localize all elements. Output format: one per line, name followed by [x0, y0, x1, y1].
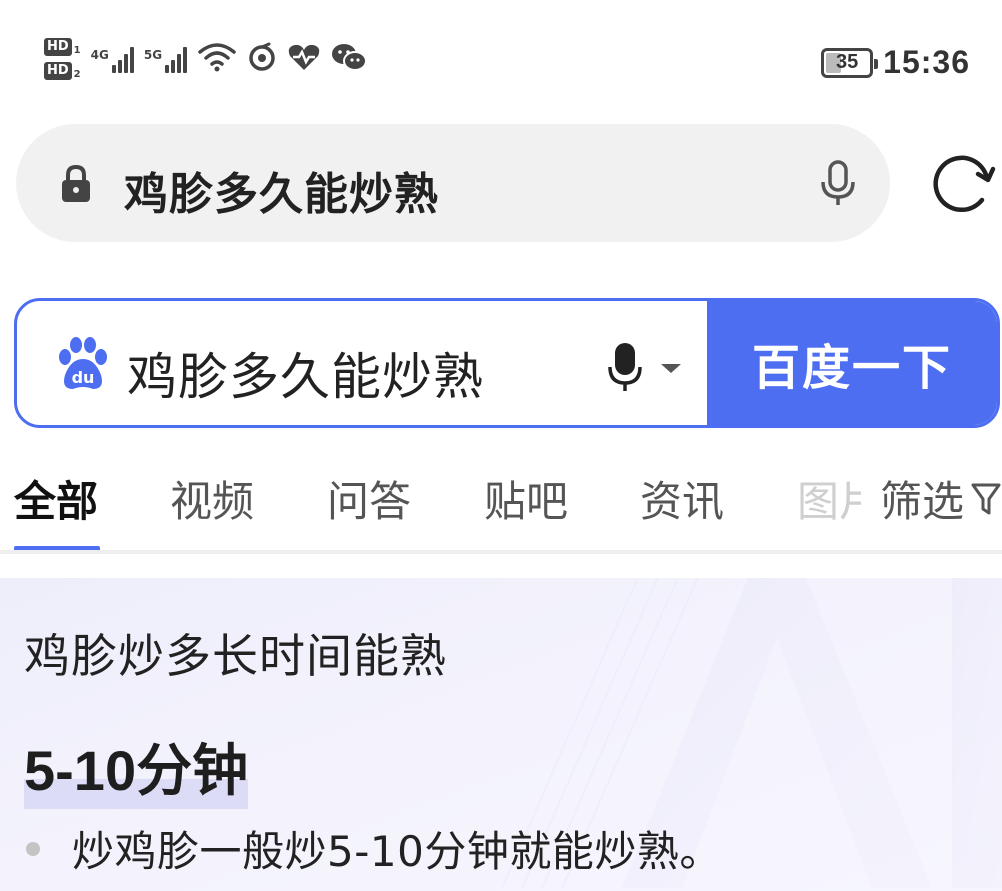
tab-qa[interactable]: 问答	[327, 468, 411, 529]
refresh-icon[interactable]	[930, 150, 996, 216]
answer-bullet: 炒鸡胗一般炒5-10分钟就能炒熟。	[72, 827, 722, 876]
tab-images[interactable]: 图片	[797, 468, 861, 529]
tab-tieba[interactable]: 贴吧	[484, 468, 568, 529]
result-tabs: 全部 视频 问答 贴吧 资讯 图片 筛选	[0, 460, 1002, 554]
status-right: 35 15:36	[821, 44, 970, 81]
search-input[interactable]: 鸡胗多久能炒熟	[127, 337, 484, 409]
baidu-search-box: du 鸡胗多久能炒熟 百度一下	[14, 298, 1000, 428]
battery-icon: 35	[821, 47, 879, 78]
status-left: HD 1 HD 2 4G 5G	[44, 38, 368, 80]
filter-button[interactable]: 筛选	[880, 468, 1002, 529]
result-title[interactable]: 鸡胗炒多长时间能熟	[24, 620, 447, 686]
tab-video[interactable]: 视频	[170, 468, 254, 529]
svg-text:du: du	[72, 368, 95, 387]
sim-index: 2	[73, 69, 81, 80]
status-bar: HD 1 HD 2 4G 5G 35 15:36	[0, 0, 1002, 110]
signal-bars-icon	[165, 45, 188, 73]
baidu-paw-icon: du	[55, 337, 111, 397]
bullet-dot	[26, 842, 40, 856]
tab-all[interactable]: 全部	[14, 468, 98, 529]
sim2-indicator: HD 2	[44, 62, 81, 80]
health-icon	[287, 42, 321, 76]
network-type-label: 5G	[143, 48, 163, 62]
answer-text: 5-10分钟	[24, 739, 249, 802]
signal-5g: 5G	[143, 45, 188, 73]
clock: 15:36	[883, 44, 970, 80]
sim-indicators: HD 1 HD 2	[44, 38, 81, 80]
address-text[interactable]: 鸡胗多久能炒熟	[124, 158, 439, 222]
battery-level: 35	[836, 51, 859, 73]
chevron-down-icon[interactable]	[661, 364, 681, 373]
network-type-label: 4G	[90, 48, 109, 62]
microphone-icon[interactable]	[820, 160, 856, 210]
microphone-icon[interactable]	[607, 341, 643, 397]
result-card[interactable]: 鸡胗炒多长时间能熟 5-10分钟 炒鸡胗一般炒5-10分钟就能炒熟。	[0, 578, 1002, 891]
funnel-icon	[971, 483, 1001, 514]
lock-icon	[60, 164, 92, 208]
sim-index: 1	[73, 45, 81, 56]
data-saver-icon	[247, 42, 277, 76]
wifi-icon	[197, 41, 237, 77]
tabs-divider	[0, 550, 1002, 554]
search-button[interactable]: 百度一下	[707, 301, 997, 425]
sim1-indicator: HD 1	[44, 38, 81, 56]
answer-block: 5-10分钟	[24, 726, 249, 809]
signal-4g: 4G	[91, 45, 134, 73]
tab-news[interactable]: 资讯	[640, 468, 724, 529]
wechat-icon	[331, 42, 368, 76]
filter-label: 筛选	[880, 477, 965, 526]
hd-badge: HD	[44, 38, 72, 56]
signal-bars-icon	[111, 45, 134, 73]
hd-badge: HD	[44, 62, 72, 80]
address-bar[interactable]: 鸡胗多久能炒熟	[16, 124, 890, 242]
